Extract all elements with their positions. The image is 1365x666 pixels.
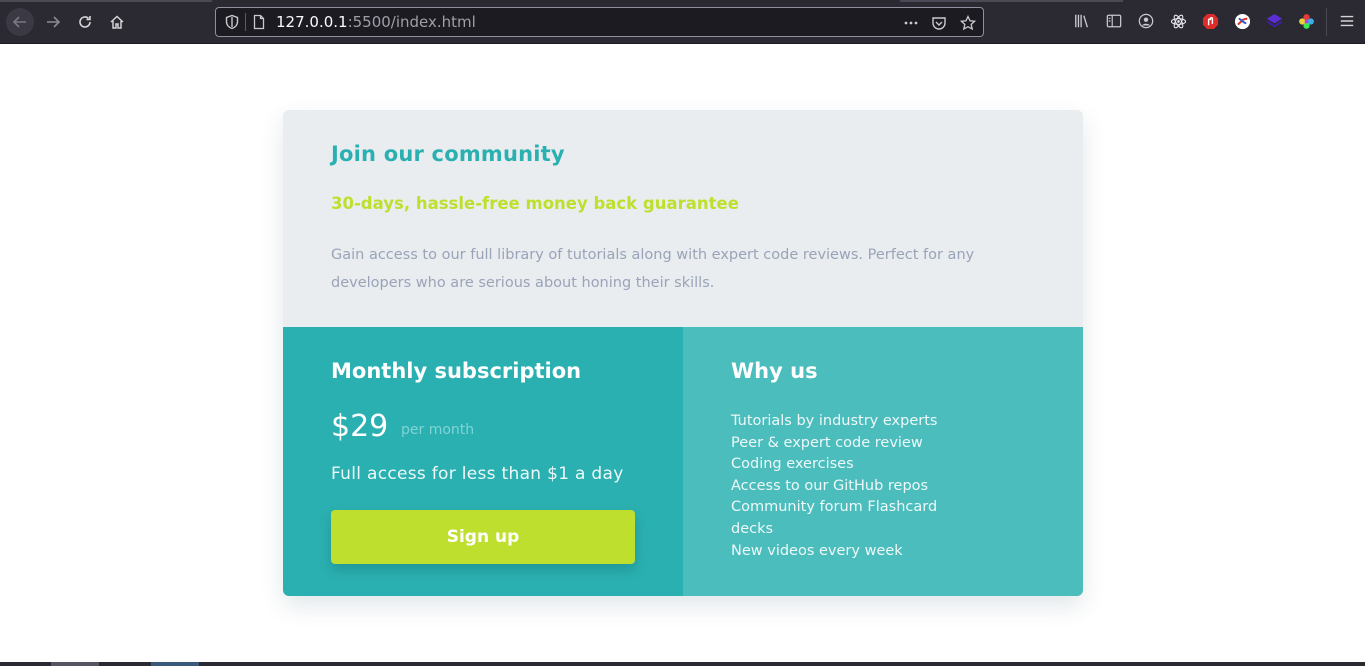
star-icon[interactable] <box>959 14 977 32</box>
toolbar-separator <box>1326 8 1327 36</box>
list-item: Peer & expert code review <box>731 434 923 451</box>
list-item: Coding exercises <box>731 456 854 473</box>
page-viewport: Join our community 30-days, hassle-free … <box>0 44 1365 662</box>
reload-button[interactable] <box>71 8 99 36</box>
taskbar-item[interactable] <box>151 662 199 666</box>
pocket-icon[interactable] <box>930 14 948 32</box>
list-item: Tutorials by industry experts <box>731 413 938 429</box>
why-us-section: Why us Tutorials by industry experts Pee… <box>683 327 1083 596</box>
account-icon[interactable] <box>1137 12 1155 30</box>
taskbar-item[interactable] <box>51 662 99 666</box>
urlbar-separator <box>245 13 246 31</box>
subscription-title: Monthly subscription <box>331 359 582 383</box>
subscription-section: Monthly subscription $29 per month Full … <box>283 327 683 596</box>
list-item: New videos every week <box>731 542 903 559</box>
subscription-price: $29 <box>331 409 389 444</box>
tab-strip-right <box>900 0 1123 2</box>
guarantee-text: 30-days, hassle-free money back guarante… <box>331 194 739 213</box>
reload-icon <box>79 16 91 28</box>
sign-up-button[interactable]: Sign up <box>331 510 635 564</box>
browser-toolbar: 127.0.0.1:5500/index.html <box>0 0 1365 44</box>
price-period: per month <box>401 422 475 438</box>
community-section: Join our community 30-days, hassle-free … <box>283 110 1083 327</box>
page-icon[interactable] <box>251 14 267 30</box>
list-item: Access to our GitHub repos <box>731 477 929 494</box>
community-description: Gain access to our full library of tutor… <box>331 247 975 291</box>
extension-icon[interactable] <box>1265 12 1283 30</box>
library-icon[interactable] <box>1073 12 1091 30</box>
url-host: 127.0.0.1 <box>276 13 348 31</box>
forward-arrow-icon <box>47 16 61 28</box>
list-item: Community forum Flashcard decks <box>731 499 938 537</box>
more-icon[interactable] <box>902 14 920 32</box>
sidebar-icon[interactable] <box>1105 12 1123 30</box>
back-arrow-icon <box>12 16 26 28</box>
home-icon <box>110 15 124 29</box>
home-button[interactable] <box>103 8 131 36</box>
menu-icon[interactable] <box>1338 12 1356 30</box>
pricing-card: Join our community 30-days, hassle-free … <box>283 110 1083 596</box>
community-title: Join our community <box>331 142 565 166</box>
back-button[interactable] <box>6 8 34 36</box>
subscription-tagline: Full access for less than $1 a day <box>331 464 624 484</box>
why-us-title: Why us <box>731 359 818 383</box>
tab-strip-left <box>0 0 212 2</box>
react-devtools-icon[interactable] <box>1169 12 1187 30</box>
extension-icon[interactable] <box>1233 12 1251 30</box>
shield-icon[interactable] <box>224 14 240 30</box>
why-us-list: Tutorials by industry experts Peer & exp… <box>731 411 971 562</box>
taskbar-strip <box>0 662 1365 666</box>
url-bar[interactable]: 127.0.0.1:5500/index.html <box>215 7 984 37</box>
url-text[interactable]: 127.0.0.1:5500/index.html <box>276 13 476 31</box>
url-path: :5500/index.html <box>347 13 476 31</box>
forward-button[interactable] <box>39 8 67 36</box>
adblock-icon[interactable] <box>1201 12 1219 30</box>
colorpicker-icon[interactable] <box>1297 12 1315 30</box>
